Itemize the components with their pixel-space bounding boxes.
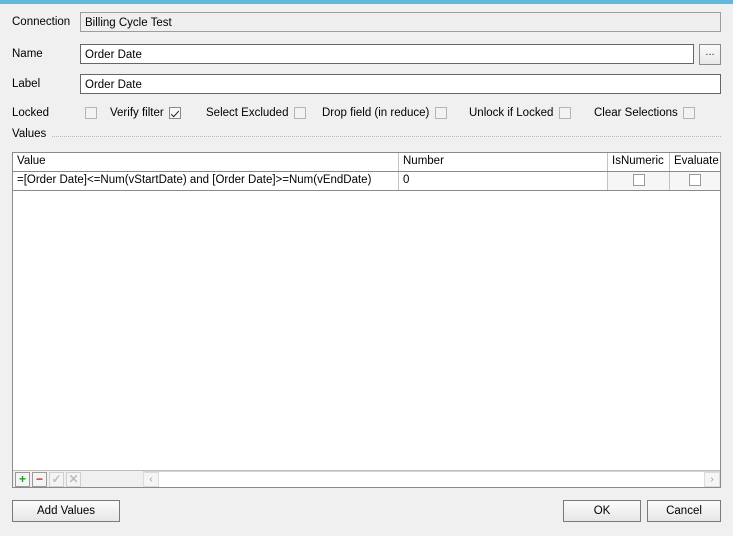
cancel-button[interactable]: Cancel (647, 500, 721, 522)
verify-filter-label: Verify filter (110, 107, 164, 119)
cell-evaluate[interactable] (670, 172, 720, 190)
column-header-evaluate[interactable]: Evaluate (670, 153, 720, 171)
name-input[interactable]: Order Date (80, 44, 694, 64)
cell-number[interactable]: 0 (399, 172, 608, 190)
unlock-if-locked-label: Unlock if Locked (469, 107, 554, 119)
connection-field[interactable]: Billing Cycle Test (80, 12, 721, 32)
drop-field-checkbox[interactable] (434, 107, 447, 119)
column-header-value[interactable]: Value (13, 153, 399, 171)
locked-label: Locked (12, 107, 50, 119)
cell-isnumeric[interactable] (608, 172, 670, 190)
column-header-number[interactable]: Number (399, 153, 608, 171)
label-input[interactable]: Order Date (80, 74, 721, 94)
values-grid-toolbar: + − ✓ ✕ ‹ › (13, 470, 720, 487)
label-row: Label Order Date (0, 74, 733, 98)
cell-value[interactable]: =[Order Date]<=Num(vStartDate) and [Orde… (13, 172, 399, 190)
confirm-edit-button[interactable]: ✓ (49, 472, 64, 487)
field-properties-dialog: Connection Billing Cycle Test Name Order… (0, 0, 733, 536)
isnumeric-checkbox[interactable] (632, 174, 645, 186)
browse-button[interactable]: ... (699, 44, 721, 65)
select-excluded-group[interactable]: Select Excluded (206, 107, 308, 127)
values-grid-header: Value Number IsNumeric Evaluate (13, 153, 720, 172)
verify-filter-checkbox[interactable] (168, 107, 181, 119)
unlock-if-locked-group[interactable]: Unlock if Locked (469, 107, 573, 127)
values-group-label: Values (12, 128, 53, 140)
connection-label: Connection (12, 16, 71, 28)
evaluate-checkbox[interactable] (689, 174, 701, 186)
name-label: Name (12, 48, 43, 60)
scroll-right-arrow-icon[interactable]: › (704, 472, 720, 487)
table-row[interactable]: =[Order Date]<=Num(vStartDate) and [Orde… (13, 172, 720, 191)
drop-field-group[interactable]: Drop field (in reduce) (322, 107, 449, 127)
values-grid: Value Number IsNumeric Evaluate =[Order … (12, 152, 721, 488)
column-header-isnumeric[interactable]: IsNumeric (608, 153, 670, 171)
drop-field-label: Drop field (in reduce) (322, 107, 430, 119)
values-group-separator (12, 136, 721, 138)
unlock-if-locked-checkbox[interactable] (558, 107, 571, 119)
clear-selections-label: Clear Selections (594, 107, 678, 119)
locked-checkbox-group[interactable] (83, 107, 99, 127)
select-excluded-label: Select Excluded (206, 107, 289, 119)
clear-selections-checkbox[interactable] (682, 107, 695, 119)
scroll-left-arrow-icon[interactable]: ‹ (143, 472, 159, 487)
add-row-button[interactable]: + (15, 472, 30, 487)
title-accent-bar (0, 0, 733, 4)
label-label: Label (12, 78, 41, 90)
horizontal-scrollbar[interactable]: ‹ › (143, 471, 720, 487)
verify-filter-group[interactable]: Verify filter (110, 107, 183, 127)
remove-row-button[interactable]: − (32, 472, 47, 487)
connection-row: Connection Billing Cycle Test (0, 12, 733, 36)
values-grid-empty-area[interactable] (13, 191, 720, 470)
select-excluded-checkbox[interactable] (293, 107, 306, 119)
clear-selections-group[interactable]: Clear Selections (594, 107, 697, 127)
scrollbar-track[interactable] (160, 472, 703, 487)
ok-button[interactable]: OK (563, 500, 641, 522)
cancel-edit-button[interactable]: ✕ (66, 472, 81, 487)
options-row: Locked Verify filter Select Excluded Dro… (0, 104, 733, 124)
name-row: Name Order Date ... (0, 44, 733, 68)
locked-checkbox[interactable] (85, 107, 97, 119)
add-values-button[interactable]: Add Values (12, 500, 120, 522)
